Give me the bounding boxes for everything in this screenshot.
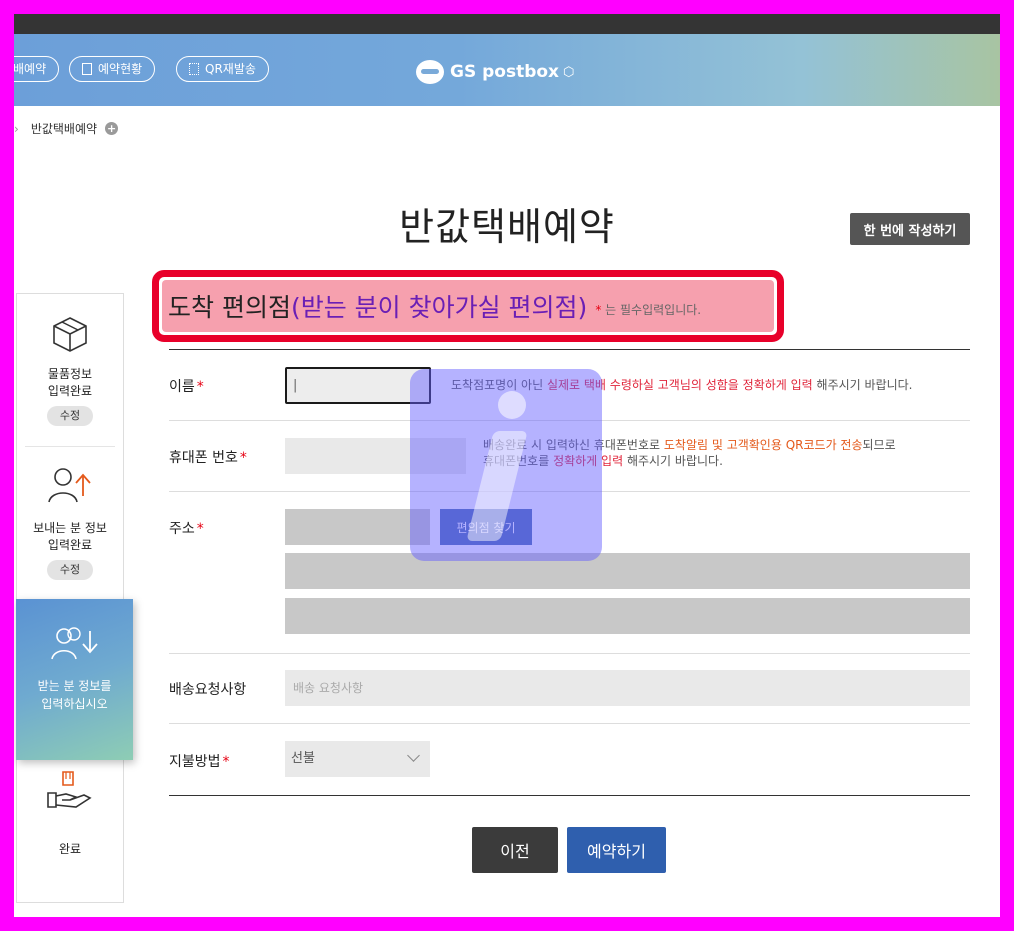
section-header: 도착 편의점 (받는 분이 찾아가실 편의점) * 는 필수입력입니다. bbox=[162, 280, 774, 332]
nav-qr-resend-label: QR재발송 bbox=[205, 62, 256, 76]
info-stem bbox=[466, 431, 528, 541]
section-title: 도착 편의점 bbox=[168, 293, 291, 322]
breadcrumb-current: 반값택배예약 bbox=[30, 122, 98, 136]
required-star: * bbox=[196, 379, 204, 395]
breadcrumb: › 반값택배예약 + bbox=[14, 120, 119, 137]
gs-postbox-logo[interactable]: GS postbox ⬡ bbox=[416, 58, 574, 86]
required-star: * bbox=[239, 450, 247, 466]
step-label: 물품정보 bbox=[47, 367, 93, 381]
hint-text: 되므로 bbox=[862, 438, 896, 452]
nav-qr-resend-button[interactable]: QR재발송 bbox=[176, 56, 269, 82]
nav-reserve-label: 배예약 bbox=[14, 62, 47, 76]
box-package-icon bbox=[53, 317, 87, 352]
hint-text: 해주시기 바랍니다. bbox=[623, 454, 723, 468]
payment-row: 지불방법 * 선불 bbox=[169, 724, 970, 795]
browser-frame: 배예약 예약현황 QR재발송 GS postbox ⬡ › 반값택배예약 + 반… bbox=[14, 14, 1000, 917]
phone-label-text: 휴대폰 번호 bbox=[169, 450, 238, 466]
reserve-button[interactable]: 예약하기 bbox=[567, 827, 666, 873]
site-header: 배예약 예약현황 QR재발송 GS postbox ⬡ bbox=[14, 34, 1000, 106]
name-label: 이름 * bbox=[169, 376, 204, 396]
gs-logo-icon bbox=[416, 60, 444, 84]
hand-package-icon bbox=[47, 771, 92, 808]
address-line2-input[interactable] bbox=[285, 598, 970, 634]
step-label: 완료 bbox=[58, 842, 82, 856]
info-icon-overlay bbox=[410, 369, 602, 561]
payment-method-select[interactable]: 선불 bbox=[285, 741, 430, 777]
payment-label-text: 지불방법 bbox=[169, 754, 221, 770]
required-star: * bbox=[222, 754, 230, 770]
top-bar bbox=[14, 14, 1000, 34]
zipcode-input[interactable] bbox=[285, 509, 430, 545]
address-line1-input[interactable] bbox=[285, 553, 970, 589]
address-label: 주소 * bbox=[169, 518, 204, 538]
required-note-text: 는 필수입력입니다. bbox=[605, 302, 702, 317]
phone-label: 휴대폰 번호 * bbox=[169, 447, 247, 467]
step-label: 받는 분 정보를 bbox=[37, 679, 112, 693]
step-status: 입력하십시오 bbox=[41, 697, 108, 711]
edit-item-info-button[interactable]: 수정 bbox=[47, 406, 93, 426]
people-download-icon bbox=[50, 627, 98, 660]
breadcrumb-separator-icon: › bbox=[14, 121, 19, 136]
info-dot bbox=[498, 391, 526, 419]
request-row: 배송요청사항 배송 요청사항 bbox=[169, 654, 970, 724]
step-status: 입력완료 bbox=[47, 384, 93, 398]
hint-emphasis: 도착알림 및 고객확인용 QR코드가 전송 bbox=[663, 438, 863, 452]
nav-status-label: 예약현황 bbox=[98, 62, 143, 76]
qr-code-icon bbox=[189, 63, 199, 75]
plus-circle-icon[interactable]: + bbox=[105, 122, 119, 135]
step-item-info: 물품정보입력완료 수정 bbox=[17, 314, 123, 426]
step-complete: 완료 bbox=[17, 769, 123, 858]
section-highlight-box: 도착 편의점 (받는 분이 찾아가실 편의점) * 는 필수입력입니다. bbox=[152, 270, 784, 342]
delivery-request-input[interactable]: 배송 요청사항 bbox=[285, 670, 970, 706]
step-status: 입력완료 bbox=[47, 538, 93, 552]
required-star: * bbox=[595, 302, 602, 317]
box-icon: ⬡ bbox=[563, 64, 575, 80]
section-subtitle: (받는 분이 찾아가실 편의점) bbox=[290, 293, 588, 322]
payment-selected-value: 선불 bbox=[291, 751, 315, 766]
required-star: * bbox=[196, 521, 204, 537]
request-placeholder: 배송 요청사항 bbox=[293, 681, 364, 695]
nav-status-button[interactable]: 예약현황 bbox=[69, 56, 156, 82]
chevron-down-icon bbox=[407, 749, 420, 762]
progress-sidebar: 물품정보 입력완료 수정 보내는 분 정보 입력완료 수정 완료 bbox=[16, 293, 124, 903]
text-cursor: | bbox=[293, 378, 298, 393]
edit-sender-info-button[interactable]: 수정 bbox=[47, 560, 93, 580]
prev-button[interactable]: 이전 bbox=[472, 827, 558, 873]
hint-text: 해주시기 바랍니다. bbox=[812, 378, 913, 392]
address-label-text: 주소 bbox=[169, 521, 195, 537]
person-upload-icon bbox=[48, 468, 91, 503]
step-label: 보내는 분 정보 bbox=[33, 521, 107, 535]
name-label-text: 이름 bbox=[169, 379, 195, 395]
form-bottom-divider bbox=[169, 795, 970, 796]
request-label: 배송요청사항 bbox=[169, 682, 247, 698]
payment-label: 지불방법 * bbox=[169, 751, 230, 771]
logo-text: GS postbox bbox=[450, 62, 560, 82]
nav-reserve-button[interactable]: 배예약 bbox=[14, 56, 60, 82]
step-sender-info: 보내는 분 정보입력완료 수정 bbox=[17, 466, 123, 580]
required-note: * 는 필수입력입니다. bbox=[595, 301, 701, 318]
step-receiver-info-active: 받는 분 정보를입력하십시오 bbox=[16, 599, 133, 760]
write-all-at-once-button[interactable]: 한 번에 작성하기 bbox=[850, 213, 970, 245]
document-icon bbox=[82, 63, 92, 75]
step-divider bbox=[25, 446, 115, 447]
